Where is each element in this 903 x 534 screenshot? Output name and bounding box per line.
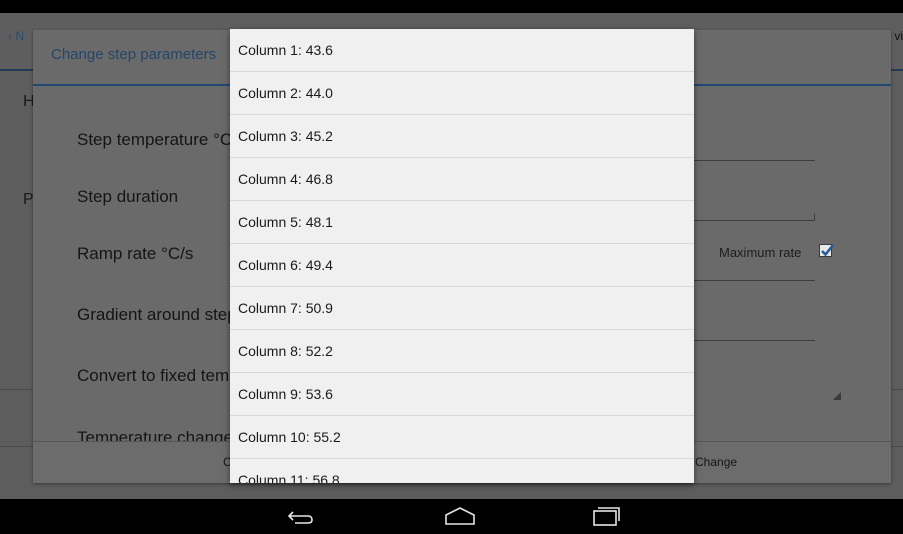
change-button[interactable]: Change	[695, 455, 737, 469]
app-back-label[interactable]: ‹ N	[8, 29, 24, 43]
column-option[interactable]: Column 3: 45.2	[230, 115, 694, 158]
app-right-label: vi	[894, 29, 903, 43]
column-dropdown-list: Column 1: 43.6 Column 2: 44.0 Column 3: …	[230, 29, 694, 483]
step-temperature-label: Step temperature °C	[77, 130, 233, 149]
column-option[interactable]: Column 8: 52.2	[230, 330, 694, 373]
maximum-rate-checkbox[interactable]	[819, 244, 834, 257]
ramp-rate-field[interactable]	[693, 280, 815, 281]
check-icon	[821, 244, 834, 257]
column-option[interactable]: Column 6: 49.4	[230, 244, 694, 287]
convert-fixed-spinner-icon[interactable]	[833, 392, 841, 400]
column-option[interactable]: Column 4: 46.8	[230, 158, 694, 201]
column-option[interactable]: Column 11: 56.8	[230, 459, 694, 483]
column-option[interactable]: Column 10: 55.2	[230, 416, 694, 459]
column-option[interactable]: Column 9: 53.6	[230, 373, 694, 416]
column-option[interactable]: Column 1: 43.6	[230, 29, 694, 72]
column-option[interactable]: Column 5: 48.1	[230, 201, 694, 244]
maximum-rate-label: Maximum rate	[719, 245, 802, 260]
ramp-rate-label: Ramp rate °C/s	[77, 244, 194, 263]
gradient-label: Gradient around step	[77, 305, 237, 324]
step-temperature-field[interactable]	[693, 160, 815, 161]
home-icon[interactable]	[442, 503, 478, 529]
field-corner	[814, 214, 815, 220]
dialog-title: Change step parameters	[51, 46, 217, 63]
recent-apps-icon[interactable]	[588, 503, 624, 529]
step-duration-label: Step duration	[77, 187, 179, 206]
step-duration-field[interactable]	[693, 220, 815, 221]
column-option[interactable]: Column 2: 44.0	[230, 72, 694, 115]
gradient-field[interactable]	[693, 340, 815, 341]
column-option[interactable]: Column 7: 50.9	[230, 287, 694, 330]
navigation-bar	[0, 499, 903, 534]
status-bar	[0, 0, 903, 13]
back-icon[interactable]	[283, 503, 319, 529]
